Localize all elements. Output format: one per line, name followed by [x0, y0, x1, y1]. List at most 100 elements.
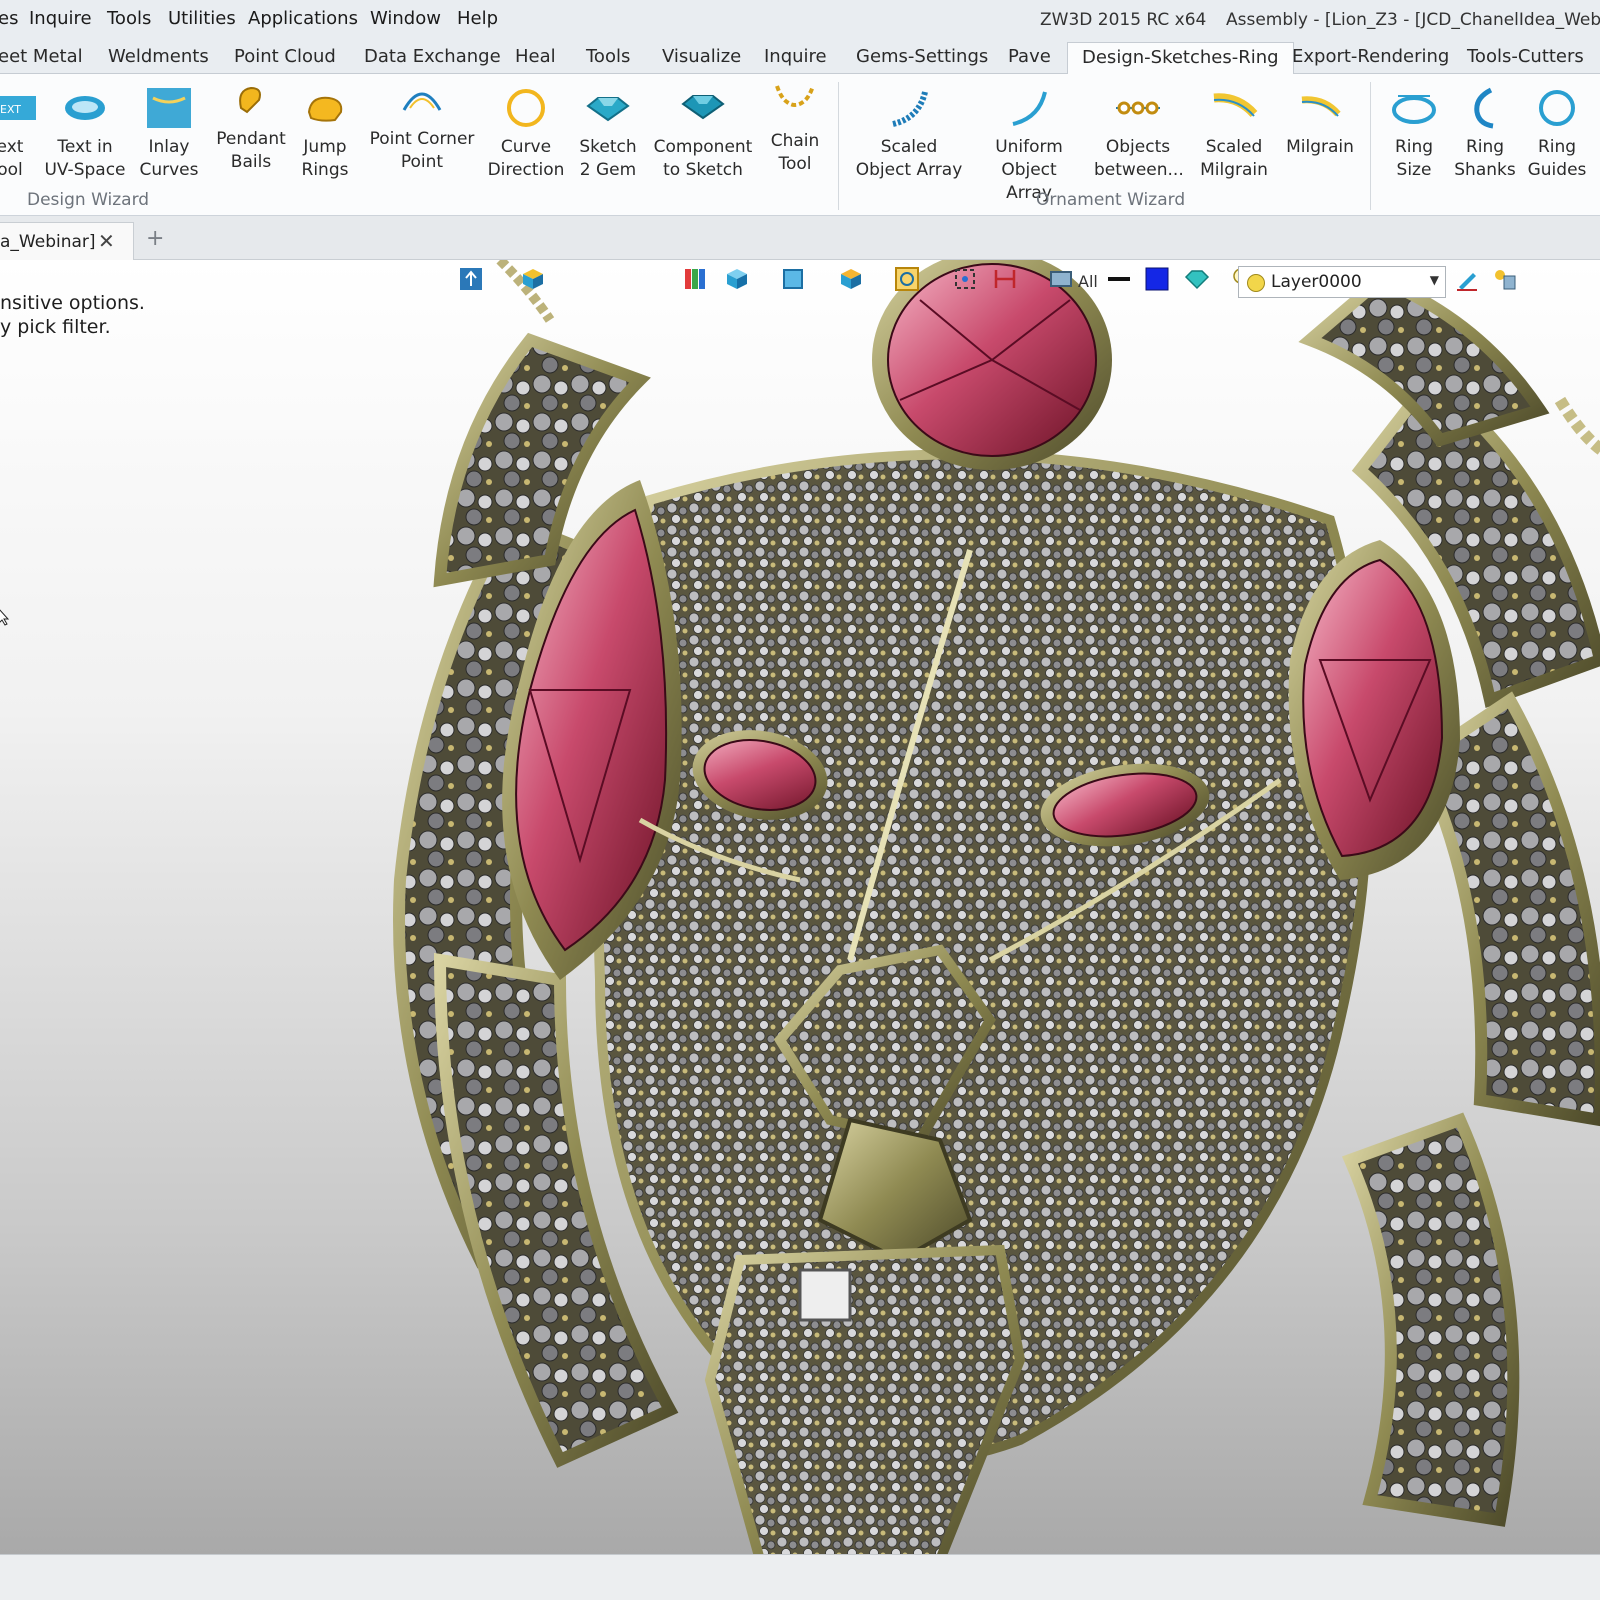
- ring-guides-button[interactable]: Ring Guides: [1524, 82, 1590, 182]
- line-style-icon[interactable]: [1106, 266, 1132, 292]
- tool-label-line1: Milgrain: [1286, 137, 1354, 157]
- ring-shanks-button[interactable]: Ring Shanks: [1452, 82, 1518, 182]
- tab-visualize[interactable]: Visualize: [662, 46, 741, 67]
- document-tab-strip: a_Webinar] ✕ +: [0, 216, 1600, 260]
- tab-inquire[interactable]: Inquire: [764, 46, 827, 67]
- group-label-design-wizard: Design Wizard: [27, 190, 150, 210]
- tool-label-line1: Inlay: [148, 137, 190, 157]
- layer-manager-icon[interactable]: [1492, 266, 1518, 292]
- scaled-milgrain-icon: [1210, 86, 1258, 130]
- tool-label-line2: Guides: [1527, 160, 1587, 180]
- color-swatch-icon[interactable]: [1144, 266, 1170, 292]
- curve-direction-button[interactable]: Curve Direction: [484, 82, 568, 182]
- gem-icon: [679, 86, 727, 130]
- chain-tool-button[interactable]: Chain Tool: [762, 76, 828, 176]
- layer-select[interactable]: Layer0000 ▼: [1238, 266, 1446, 298]
- tool-label-line1: Objects: [1105, 137, 1171, 157]
- tab-sheet-metal[interactable]: eet Metal: [0, 46, 83, 67]
- render-cube-icon[interactable]: [838, 266, 864, 292]
- app-title: ZW3D 2015 RC x64: [1040, 10, 1207, 30]
- ring-size-button[interactable]: Ring Size: [1380, 82, 1448, 182]
- svg-text:EXT: EXT: [0, 103, 21, 116]
- tab-weldments[interactable]: Weldments: [108, 46, 209, 67]
- color-palette-icon[interactable]: [682, 266, 708, 292]
- zoom-box-icon[interactable]: [952, 266, 978, 292]
- document-tab[interactable]: a_Webinar] ✕: [0, 222, 134, 260]
- ring-guide-icon: [1533, 86, 1581, 130]
- text-in-uv-space-button[interactable]: Text in UV-Space: [40, 82, 130, 182]
- layer-edit-icon[interactable]: [1454, 266, 1480, 292]
- tab-gems-settings[interactable]: Gems-Settings: [856, 46, 988, 67]
- tool-label-line2: Direction: [487, 160, 565, 180]
- tab-data-exchange[interactable]: Data Exchange: [364, 46, 501, 67]
- exit-icon[interactable]: [458, 266, 484, 292]
- menu-item-window[interactable]: Window: [370, 8, 441, 29]
- close-icon[interactable]: ✕: [98, 229, 115, 253]
- tool-label-line1: ext: [0, 137, 24, 157]
- shade-icon[interactable]: [780, 266, 806, 292]
- ribbon-tab-bar: eet Metal Weldments Point Cloud Data Exc…: [0, 38, 1600, 75]
- menu-item-tools[interactable]: Tools: [107, 8, 151, 29]
- sketch-2-gem-button[interactable]: Sketch 2 Gem: [574, 82, 642, 182]
- tool-label-line2: ool: [0, 160, 23, 180]
- filter-all-label[interactable]: All: [1078, 272, 1098, 291]
- scaled-object-array-button[interactable]: Scaled Object Array: [854, 82, 964, 182]
- tool-label-line2: between...: [1094, 160, 1184, 180]
- tool-label-line1: Ring: [1394, 137, 1434, 157]
- fit-view-icon[interactable]: [894, 266, 920, 292]
- tool-label-line2: Tool: [778, 154, 812, 174]
- lion-pendant-model[interactable]: [380, 260, 1600, 1554]
- tool-label-line1: Jump: [303, 137, 347, 157]
- add-tab-icon[interactable]: +: [146, 226, 164, 251]
- uniform-object-array-button[interactable]: Uniform Object Array: [976, 82, 1082, 205]
- document-tab-label: a_Webinar]: [0, 232, 96, 252]
- inlay-curves-button[interactable]: Inlay Curves: [134, 82, 204, 182]
- gem-material-icon[interactable]: [1184, 266, 1210, 292]
- tool-label-line1: Text in: [57, 137, 113, 157]
- tool-label-line1: Ring: [1465, 137, 1505, 157]
- tab-export-rendering[interactable]: Export-Rendering: [1292, 46, 1449, 67]
- tool-label-line1: Point Corner: [369, 129, 475, 149]
- tool-label-line1: Chain: [770, 131, 820, 151]
- text-tool-button[interactable]: EXT ext ool: [0, 82, 36, 182]
- point-corner-point-button[interactable]: Point Corner Point: [360, 74, 484, 174]
- tool-label-line1: Component: [653, 137, 753, 157]
- tool-label-line2: Point: [400, 152, 444, 172]
- layer-color-icon: [1247, 274, 1265, 292]
- menu-item-inquire[interactable]: Inquire: [29, 8, 92, 29]
- cube-icon[interactable]: [520, 266, 546, 292]
- tab-heal[interactable]: Heal: [515, 46, 556, 67]
- pendant-bails-button[interactable]: Pendant Bails: [210, 74, 292, 174]
- pendant-bail-icon: [227, 78, 275, 122]
- menu-item-help[interactable]: Help: [457, 8, 498, 29]
- inlay-curves-icon: [145, 86, 193, 130]
- tool-label-line2: to Sketch: [663, 160, 743, 180]
- tool-label-line1: Sketch: [579, 137, 637, 157]
- tool-label-line2: Milgrain: [1200, 160, 1268, 180]
- component-to-sketch-button[interactable]: Component to Sketch: [648, 82, 758, 182]
- jump-rings-button[interactable]: Jump Rings: [294, 82, 356, 182]
- tab-pave[interactable]: Pave: [1008, 46, 1051, 67]
- tool-label-line2: Shanks: [1454, 160, 1516, 180]
- group-label-ornament-wizard: Ornament Wizard: [1036, 190, 1186, 210]
- tab-tools-cutters[interactable]: Tools-Cutters: [1467, 46, 1584, 67]
- tab-point-cloud[interactable]: Point Cloud: [234, 46, 336, 67]
- text-tool-icon: EXT: [0, 86, 40, 130]
- milgrain-icon: [1296, 86, 1344, 130]
- menu-item-partial[interactable]: es: [0, 8, 18, 29]
- 3d-viewport[interactable]: nsitive options. y pick filter. All Laye…: [0, 260, 1600, 1554]
- tab-design-sketches-ring[interactable]: Design-Sketches-Ring: [1067, 42, 1294, 75]
- view-cube-icon[interactable]: [724, 266, 750, 292]
- tab-tools[interactable]: Tools: [586, 46, 630, 67]
- milgrain-button[interactable]: Milgrain: [1280, 82, 1360, 159]
- scaled-milgrain-button[interactable]: Scaled Milgrain: [1194, 82, 1274, 182]
- display-mode-icon[interactable]: [1048, 266, 1074, 292]
- dimension-icon[interactable]: [992, 266, 1018, 292]
- menu-item-utilities[interactable]: Utilities: [168, 8, 236, 29]
- tool-label-line2: Rings: [301, 160, 349, 180]
- gem-icon: [584, 86, 632, 130]
- objects-between-button[interactable]: Objects between...: [1094, 82, 1184, 182]
- status-bar: [0, 1554, 1600, 1600]
- menu-item-applications[interactable]: Applications: [248, 8, 358, 29]
- menu-bar: es Inquire Tools Utilities Applications …: [0, 0, 1600, 38]
